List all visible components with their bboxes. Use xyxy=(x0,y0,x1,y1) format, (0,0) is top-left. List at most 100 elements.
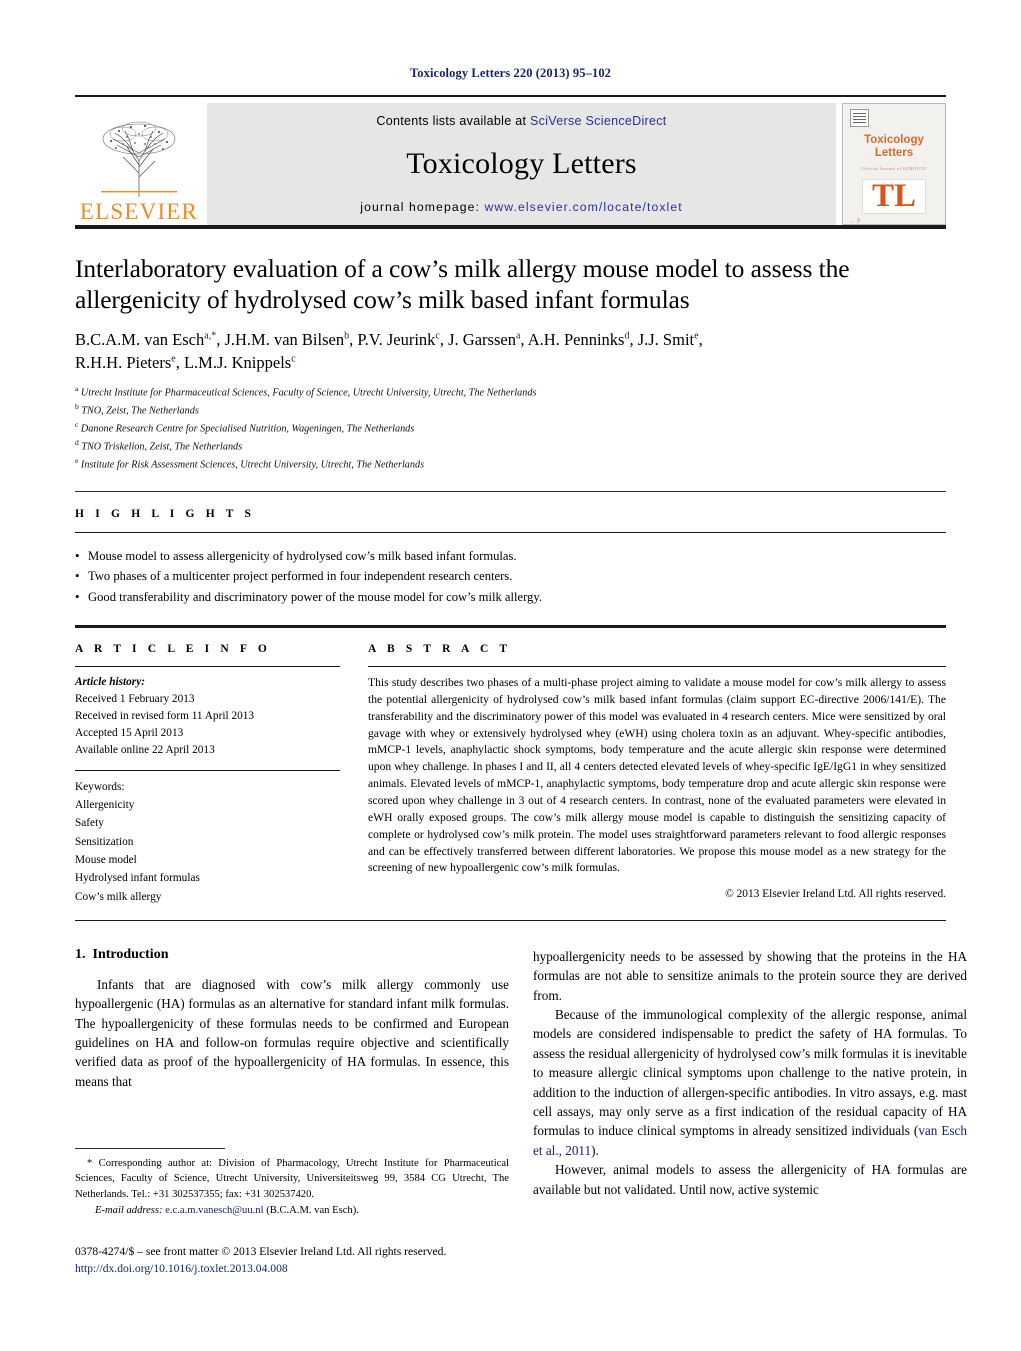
author-sup: a xyxy=(515,330,521,342)
title-block: Interlaboratory evaluation of a cow’s mi… xyxy=(75,229,946,473)
author-item: R.H.H. Pieterse xyxy=(75,353,176,372)
affiliation-item: d TNO Triskelion, Zeist, The Netherlands xyxy=(75,437,946,455)
affiliation-sup: c xyxy=(75,420,79,430)
highlights-section: H I G H L I G H T S Mouse model to asses… xyxy=(75,492,946,629)
highlight-item: Two phases of a multicenter project perf… xyxy=(75,565,946,586)
elsevier-logo: ELSEVIER xyxy=(75,103,203,225)
elsevier-wordmark: ELSEVIER xyxy=(79,199,199,224)
paper-page: Toxicology Letters 220 (2013) 95–102 ELS… xyxy=(0,0,1021,1351)
affiliation-sup: e xyxy=(75,455,79,465)
keyword-item: Sensitization xyxy=(75,835,134,848)
affiliation-text: Utrecht Institute for Pharmaceutical Sci… xyxy=(80,387,537,399)
author-sup: c xyxy=(291,353,296,365)
section-title: Introduction xyxy=(92,946,169,962)
corresponding-author-note: * Corresponding author at: Division of P… xyxy=(75,1158,509,1200)
author-sup: e xyxy=(171,353,176,365)
author-sup: d xyxy=(624,330,630,342)
abstract-label: A B S T R A C T xyxy=(368,643,512,656)
author-item: J.J. Smite xyxy=(638,330,699,349)
article-info-column: A R T I C L E I N F O Article history: R… xyxy=(75,643,354,906)
author-name: J.H.M. van Bilsen xyxy=(224,330,345,350)
article-history-label: Article history: xyxy=(75,676,145,689)
affiliation-text: TNO, Zeist, The Netherlands xyxy=(81,405,199,417)
homepage-prefix: journal homepage: xyxy=(360,200,485,214)
author-item: J.H.M. van Bilsenb xyxy=(224,330,349,349)
cover-subtitle: Official Journal of EUROTOX xyxy=(861,165,927,171)
elsevier-tree-icon xyxy=(101,121,177,197)
author-name: J.J. Smit xyxy=(637,330,695,350)
history-item: Received in revised form 11 April 2013 xyxy=(75,709,255,722)
journal-homepage-line: journal homepage: www.elsevier.com/locat… xyxy=(360,200,682,214)
cover-title-line2: Letters xyxy=(874,146,914,159)
affiliation-item: a Utrecht Institute for Pharmaceutical S… xyxy=(75,383,946,401)
highlight-item: Mouse model to assess allergenicity of h… xyxy=(75,545,946,566)
author-name: A.H. Penninks xyxy=(527,330,625,350)
author-name: P.V. Jeurink xyxy=(357,330,436,350)
highlight-item: Good transferability and discriminatory … xyxy=(75,586,946,607)
history-item: Available online 22 April 2013 xyxy=(75,743,215,756)
sciencedirect-link[interactable]: SciVerse ScienceDirect xyxy=(530,114,667,128)
footnote-rule xyxy=(75,1148,225,1149)
affiliation-sup: b xyxy=(75,402,79,412)
author-name: R.H.H. Pieters xyxy=(75,353,172,373)
cover-monogram: TL xyxy=(862,178,926,214)
section-heading-introduction: 1. Introduction xyxy=(75,947,509,963)
affiliation-sup: d xyxy=(75,438,79,448)
keywords-label: Keywords: xyxy=(75,780,125,793)
affiliation-item: c Danone Research Centre for Specialised… xyxy=(75,419,946,437)
affiliation-item: e Institute for Risk Assessment Sciences… xyxy=(75,455,946,473)
author-name: B.C.A.M. van Esch xyxy=(75,330,205,350)
affiliation-text: TNO Triskelion, Zeist, The Netherlands xyxy=(81,441,243,453)
footnote-area: * Corresponding author at: Division of P… xyxy=(75,1148,509,1218)
body-column-right: hypoallergenicity needs to be assessed b… xyxy=(533,947,967,1199)
affiliation-text: Danone Research Centre for Specialised N… xyxy=(80,423,415,435)
affiliation-text: Institute for Risk Assessment Sciences, … xyxy=(80,459,425,471)
author-name: L.M.J. Knippels xyxy=(183,353,292,373)
copyright-line: © 2013 Elsevier Ireland Ltd. All rights … xyxy=(725,888,946,901)
journal-masthead: ELSEVIER Contents lists available at Sci… xyxy=(75,95,946,227)
barcode-icon xyxy=(850,109,869,127)
keyword-item: Safety xyxy=(75,817,104,830)
homepage-url-link[interactable]: www.elsevier.com/locate/toxlet xyxy=(484,200,682,214)
affiliation-item: b TNO, Zeist, The Netherlands xyxy=(75,401,946,419)
cover-flourish-icon: ~‽ xyxy=(850,216,860,227)
highlights-label: H I G H L I G H T S xyxy=(75,507,256,520)
author-sup: a,* xyxy=(204,330,217,342)
journal-title: Toxicology Letters xyxy=(406,147,637,180)
email-note: E-mail address: e.c.a.m.vanesch@uu.nl (B… xyxy=(75,1202,509,1218)
abstract-column: A B S T R A C T This study describes two… xyxy=(354,643,946,906)
history-item: Received 1 February 2013 xyxy=(75,692,195,705)
keyword-item: Hydrolysed infant formulas xyxy=(75,872,200,885)
author-sup: e xyxy=(694,330,699,342)
abstract-text: This study describes two phases of a mul… xyxy=(368,676,946,875)
section-number: 1. xyxy=(75,946,86,962)
cover-title-line1: Toxicology xyxy=(864,134,924,146)
paragraph: However, animal models to assess the all… xyxy=(533,1162,967,1197)
email-link[interactable]: e.c.a.m.vanesch@uu.nl xyxy=(165,1205,263,1216)
author-item: P.V. Jeurinkc xyxy=(357,330,440,349)
keyword-item: Mouse model xyxy=(75,853,137,866)
keywords-group: Keywords: Allergenicity Safety Sensitiza… xyxy=(75,771,340,906)
paragraph-text-end: ). xyxy=(591,1142,599,1158)
masthead-center: Contents lists available at SciVerse Sci… xyxy=(207,103,836,225)
email-owner: (B.C.A.M. van Esch). xyxy=(266,1205,359,1217)
author-sup: c xyxy=(435,330,440,342)
author-item: J. Garssena xyxy=(448,330,520,349)
author-sup: b xyxy=(344,330,350,342)
email-label: E-mail address: xyxy=(95,1205,163,1217)
author-item: B.C.A.M. van Escha,* xyxy=(75,330,216,349)
imprint-area: 0378-4274/$ – see front matter © 2013 El… xyxy=(75,1243,555,1278)
contents-prefix: Contents lists available at xyxy=(376,114,531,128)
journal-cover-thumbnail: Toxicology Letters Official Journal of E… xyxy=(842,103,946,227)
author-list: B.C.A.M. van Escha,*, J.H.M. van Bilsenb… xyxy=(75,330,703,373)
doi-link[interactable]: http://dx.doi.org/10.1016/j.toxlet.2013.… xyxy=(75,1260,555,1277)
paragraph: hypoallergenicity needs to be assessed b… xyxy=(533,948,967,1003)
issn-line: 0378-4274/$ – see front matter © 2013 El… xyxy=(75,1245,447,1258)
info-abstract-row: A R T I C L E I N F O Article history: R… xyxy=(75,628,946,906)
affiliation-list: a Utrecht Institute for Pharmaceutical S… xyxy=(75,383,946,472)
keyword-item: Allergenicity xyxy=(75,799,135,812)
history-item: Accepted 15 April 2013 xyxy=(75,726,184,739)
cover-journal-title: Toxicology Letters xyxy=(864,134,924,160)
keyword-item: Cow’s milk allergy xyxy=(75,890,162,903)
author-item: A.H. Penninksd xyxy=(528,330,630,349)
